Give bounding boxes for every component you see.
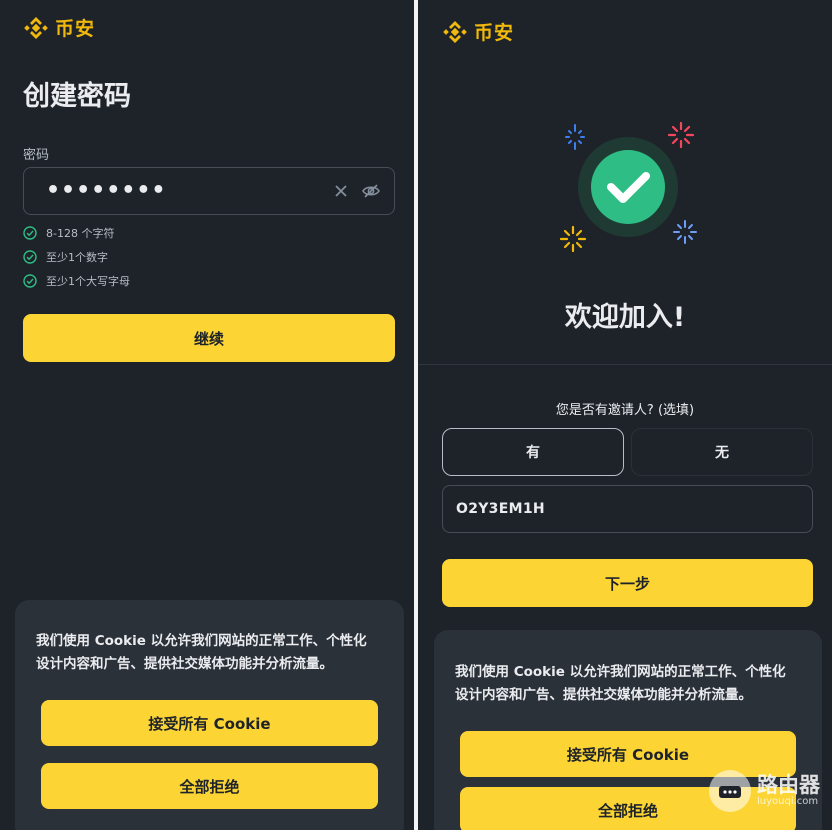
section-divider [418,364,832,365]
cookie-text-line2: 设计内容和广告、提供社交媒体功能并分析流量。 [455,687,752,703]
cookie-text-line1: 我们使用 Cookie 以允许我们网站的正常工作、个性化 [455,664,786,680]
create-password-screen: 币安 创建密码 密码 •••••••• 8-128 个字符 至少1个数字 至少1… [0,0,414,830]
brand-name: 币安 [55,18,96,40]
page-title: 创建密码 [23,81,131,112]
rule-text: 至少1个数字 [46,251,108,264]
check-circle-icon [23,274,37,288]
password-rule-number: 至少1个数字 [23,249,108,265]
cookie-banner: 我们使用 Cookie 以允许我们网站的正常工作、个性化 设计内容和广告、提供社… [15,600,404,830]
binance-logo-icon [443,20,467,43]
referral-question: 您是否有邀请人? (选填) [555,403,695,418]
cookie-text-line1: 我们使用 Cookie 以允许我们网站的正常工作、个性化 [36,633,367,649]
eye-hidden-icon[interactable] [360,180,382,202]
brand-logo: 币安 [442,18,514,45]
password-field[interactable]: •••••••• [23,167,395,215]
accept-cookies-button[interactable]: 接受所有 Cookie [41,700,378,746]
password-rule-length: 8-128 个字符 [23,225,114,241]
referral-code-input[interactable]: O2Y3EM1H [442,485,813,533]
option-no-button[interactable]: 无 [631,428,813,476]
reject-cookies-button[interactable]: 全部拒绝 [41,763,378,809]
brand-name: 币安 [474,22,515,44]
welcome-screen: 币安 欢迎加入! 您是否有邀请人? (选填) 有 无 O2Y3EM1H 下一步 … [418,0,832,830]
clear-icon[interactable] [330,180,352,202]
rule-text: 至少1个大写字母 [46,275,130,288]
password-label: 密码 [23,148,50,163]
brand-logo: 币安 [23,14,95,41]
next-button[interactable]: 下一步 [442,559,813,607]
watermark: 路由器 luyouqi.com [709,770,820,812]
check-circle-icon [23,250,37,264]
rule-text: 8-128 个字符 [46,227,115,240]
check-circle-icon [23,226,37,240]
password-rule-uppercase: 至少1个大写字母 [23,273,130,289]
option-yes-button[interactable]: 有 [442,428,624,476]
welcome-title: 欢迎加入! [564,302,686,333]
password-value[interactable]: •••••••• [46,180,322,202]
cookie-text-line2: 设计内容和广告、提供社交媒体功能并分析流量。 [36,656,333,672]
continue-button[interactable]: 继续 [23,314,395,362]
binance-logo-icon [24,16,48,39]
watermark-domain: luyouqi.com [757,796,819,807]
success-check-icon [559,121,697,253]
router-logo-icon [709,770,751,812]
watermark-title: 路由器 [757,773,820,797]
